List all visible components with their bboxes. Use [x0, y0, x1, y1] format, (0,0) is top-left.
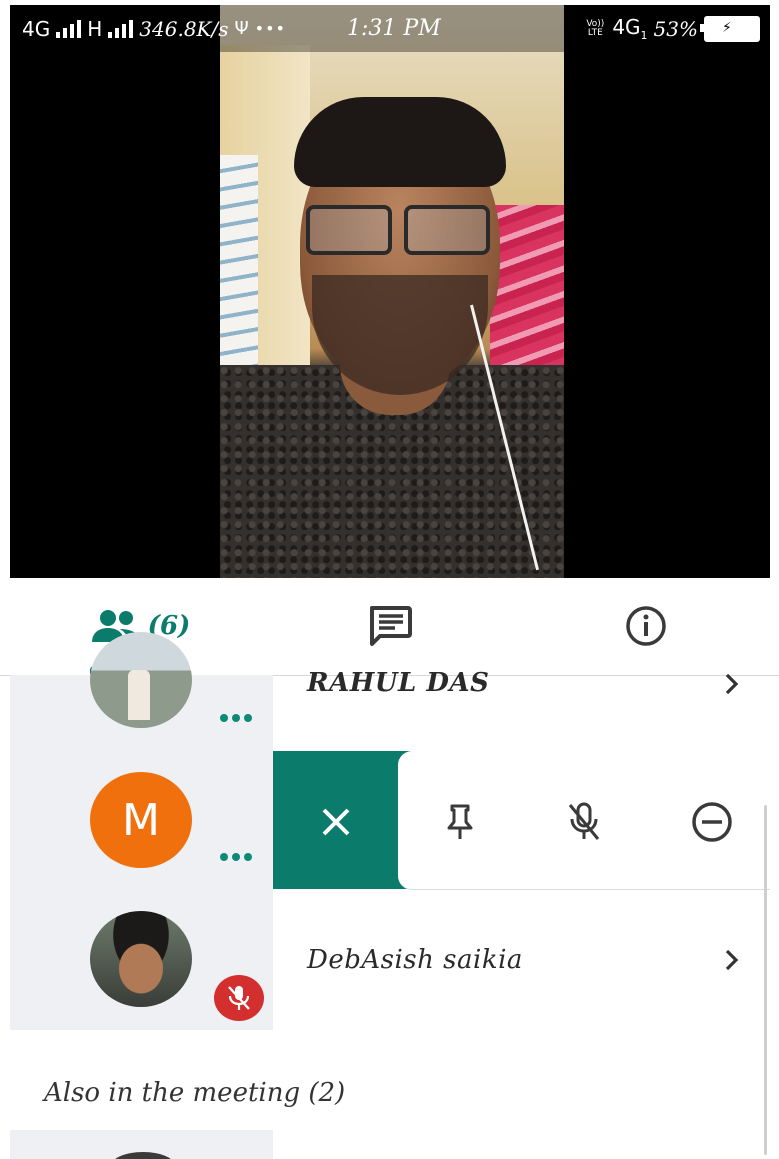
more-notifications-icon: ••• [254, 19, 286, 38]
avatar [90, 632, 192, 728]
also-in-meeting-heading: Also in the meeting (2) [44, 1078, 346, 1108]
tab-chat[interactable] [340, 578, 440, 674]
signal-strength-2-icon [108, 19, 134, 38]
pin-button[interactable] [434, 796, 486, 848]
participant-name: DebAsish saikia [307, 945, 523, 975]
battery-icon: ⚡ [700, 15, 760, 42]
network-h-label: H [87, 16, 103, 41]
close-actions-button[interactable] [310, 796, 362, 848]
mute-participant-button[interactable] [558, 796, 610, 848]
video-hair [294, 97, 506, 187]
list-scrollbar[interactable] [764, 805, 767, 1155]
next-participant-avatar [10, 1130, 273, 1159]
mic-off-icon [568, 802, 600, 840]
avatar [90, 911, 192, 1007]
avatar: M [90, 772, 192, 868]
video-curtain-left [220, 155, 258, 385]
close-icon [322, 808, 350, 836]
network-type-label: 4G [22, 16, 51, 41]
tab-info[interactable] [596, 578, 696, 674]
mic-off-icon [228, 986, 250, 1010]
status-bar: 4G H 346.8K/s Ψ ••• 1:31 PM Vo)) LTE 4G1… [10, 5, 770, 52]
video-glasses [306, 205, 496, 255]
speaking-indicator-icon [220, 853, 252, 861]
info-icon [626, 606, 666, 646]
remove-icon [692, 802, 732, 842]
signal-strength-icon [56, 19, 82, 38]
volte-indicator: Vo)) LTE [586, 18, 605, 38]
participant-video [220, 5, 564, 578]
pin-icon [447, 804, 473, 839]
muted-badge [214, 975, 264, 1021]
network-speed: 346.8K/s [139, 16, 229, 41]
participant-name: RAHUL DAS [307, 668, 490, 698]
remove-participant-button[interactable] [686, 796, 738, 848]
usb-icon: Ψ [234, 18, 249, 39]
speaking-indicator-icon [220, 714, 252, 722]
video-feed [10, 5, 770, 578]
chat-icon [370, 606, 412, 646]
chevron-right-icon[interactable] [718, 670, 746, 698]
chevron-right-icon[interactable] [718, 946, 746, 974]
clock: 1:31 PM [347, 16, 441, 41]
network-type-right: 4G1 [612, 15, 648, 42]
battery-percent: 53% [653, 16, 698, 41]
